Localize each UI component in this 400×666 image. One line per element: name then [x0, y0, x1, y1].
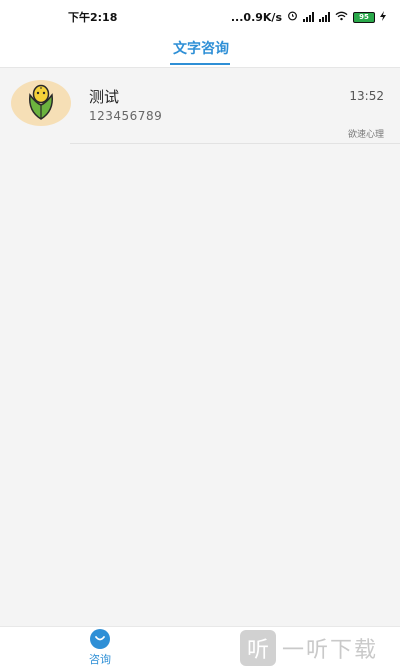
divider — [70, 143, 400, 144]
status-bar: 下午2:18 ...0.9K/s 95 — [0, 0, 400, 34]
signal-icon — [303, 12, 314, 22]
corn-icon — [26, 81, 56, 125]
message-preview: 123456789 — [89, 109, 163, 123]
watermark-logo: 听 — [240, 630, 276, 666]
tab-indicator — [170, 63, 230, 65]
wifi-icon — [335, 11, 348, 24]
chat-bubble-icon — [90, 629, 110, 649]
network-speed: ...0.9K/s — [230, 10, 282, 24]
message-time: 13:52 — [349, 89, 384, 103]
avatar — [11, 80, 71, 126]
signal-icon — [319, 12, 330, 22]
watermark: 听 一听下载 — [240, 630, 378, 666]
nav-label-consult: 咨询 — [89, 653, 111, 666]
status-time: 下午2:18 — [68, 11, 118, 24]
status-icons: ...0.9K/s 95 — [231, 10, 386, 24]
charging-icon — [380, 10, 386, 24]
conversation-item[interactable]: 测试 13:52 123456789 欲速心理 — [0, 68, 400, 144]
watermark-text: 一听下载 — [282, 638, 379, 663]
alarm-icon — [287, 10, 298, 24]
source-label: 欲速心理 — [347, 130, 384, 140]
battery-icon: 95 — [353, 11, 375, 23]
contact-name: 测试 — [89, 88, 120, 106]
nav-item-consult[interactable]: 咨询 — [80, 629, 120, 666]
